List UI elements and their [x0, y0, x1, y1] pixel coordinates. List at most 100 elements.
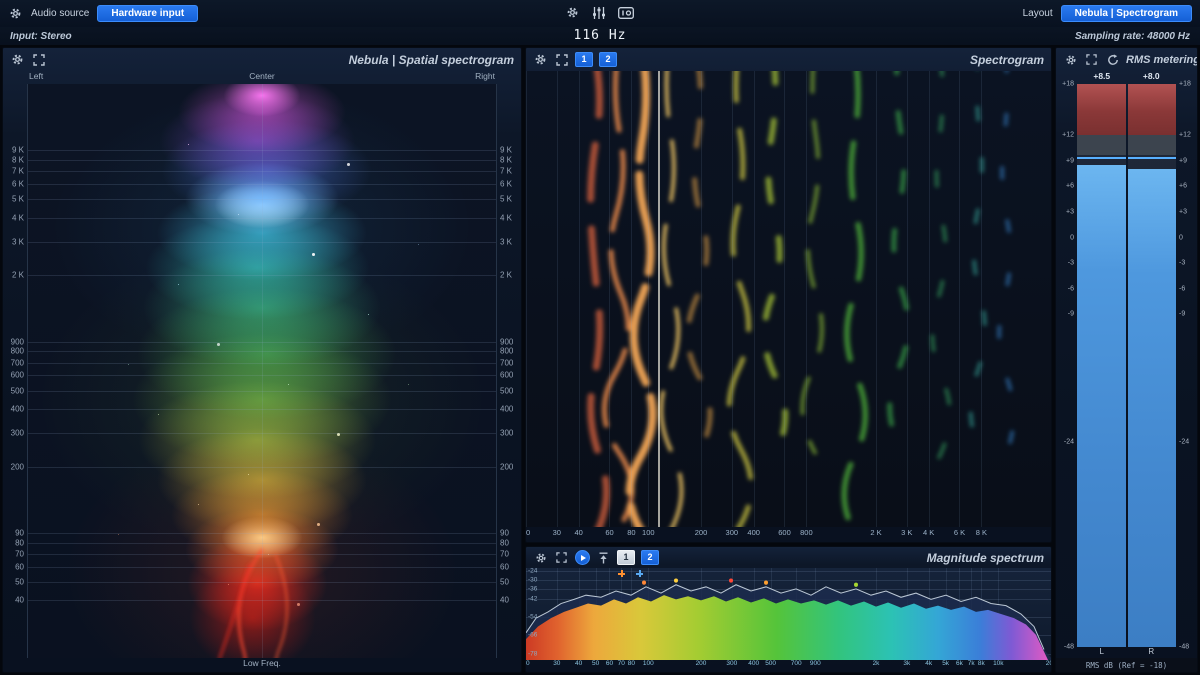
freq-gridline	[28, 184, 496, 186]
freq-tick-label: 60	[500, 562, 509, 572]
magnitude-panel-title: Magnitude spectrum	[926, 550, 1044, 565]
freq-tick-label: 90	[15, 528, 24, 538]
db-tick-label: -48	[1063, 643, 1074, 651]
spatial-plot-area[interactable]: 9 K8 K7 K6 K5 K4 K3 K2 K 900 800 700 600 500 4…	[5, 84, 519, 658]
meter-headroom-zone	[1077, 135, 1126, 156]
mixer-sliders-icon[interactable]	[591, 5, 606, 20]
freq-tick-label: 600	[10, 370, 24, 380]
freq-tick-label: 4k	[925, 660, 933, 667]
meter-level-fill	[1127, 169, 1176, 647]
db-tick-label: +6	[1066, 182, 1074, 190]
spatial-fullscreen-icon[interactable]	[31, 52, 46, 67]
peak-hold-icon[interactable]	[596, 550, 611, 565]
freq-tick-label: 2k	[872, 660, 880, 667]
db-tick-label: +6	[1179, 182, 1187, 190]
freq-tick-label: 200	[10, 462, 24, 472]
freq-tick-label: 700	[790, 660, 802, 667]
spectrogram-gear-icon[interactable]	[533, 52, 548, 67]
rms-gear-icon[interactable]	[1063, 52, 1078, 67]
db-tick-label: -24	[1179, 438, 1190, 446]
freq-tick-label: 5 K	[500, 194, 513, 204]
db-tick-label: -30	[528, 576, 538, 584]
center-gridline	[262, 84, 263, 658]
freq-gridline	[526, 71, 527, 527]
sampling-rate-label: Sampling rate: 48000 Hz	[1074, 30, 1190, 42]
db-tick-label: +18	[1062, 80, 1074, 88]
db-tick-label: 0	[1070, 234, 1074, 242]
freq-tick-label: 300	[725, 528, 739, 537]
magnitude-view-2-button[interactable]: 2	[641, 550, 659, 565]
freq-gridline	[28, 351, 496, 353]
freq-gridline	[28, 150, 496, 152]
meter-peak-line	[1127, 156, 1176, 159]
spectrogram-fullscreen-icon[interactable]	[554, 52, 569, 67]
layout-preset-button[interactable]: Nebula | Spectrogram	[1060, 5, 1192, 22]
freq-tick-label: 20	[525, 660, 530, 667]
freq-tick-label: 500	[765, 660, 777, 667]
rms-panel-title: RMS metering	[1126, 53, 1198, 66]
freq-tick-label: 30	[553, 660, 561, 667]
center-toolbar-icons	[565, 5, 635, 20]
freq-tick-label: 8 K	[11, 155, 24, 165]
nebula-stars	[28, 84, 29, 85]
pan-axis-left-label: Left	[29, 71, 44, 81]
hardware-input-button[interactable]: Hardware input	[97, 5, 199, 22]
freq-tick-label: 400	[748, 660, 760, 667]
settings-gear-icon[interactable]	[8, 6, 23, 21]
freq-tick-label: 600	[778, 528, 791, 537]
magnitude-gear-icon[interactable]	[533, 550, 548, 565]
freq-tick-label: 50	[592, 660, 600, 667]
freq-tick-label: 100	[642, 660, 654, 667]
freq-tick-label: 700	[500, 358, 514, 368]
frequency-readout: 116 Hz	[573, 28, 627, 43]
freq-tick-label: 3k	[903, 660, 911, 667]
pan-axis: Left Center Right	[3, 71, 521, 84]
rms-fullscreen-icon[interactable]	[1084, 52, 1099, 67]
rms-meter-right	[1127, 84, 1176, 647]
freq-gridline	[28, 241, 496, 243]
io-routing-icon[interactable]	[617, 5, 635, 20]
rms-reset-icon[interactable]	[1105, 52, 1120, 67]
channel-2-marker-icon[interactable]	[636, 570, 643, 577]
freq-tick-label: 60	[15, 562, 24, 572]
spectrogram-view-1-button[interactable]: 1	[575, 52, 593, 67]
spatial-nebula-display[interactable]	[27, 84, 497, 658]
freq-gridline	[28, 375, 496, 377]
freq-tick-label: 80	[500, 538, 509, 548]
freq-tick-label: 90	[500, 528, 509, 538]
freq-gridline	[784, 71, 786, 527]
spectrogram-view-2-button[interactable]: 2	[599, 52, 617, 67]
freq-gridline	[876, 71, 877, 527]
rms-channel-labels: L R	[1056, 647, 1197, 658]
magnitude-fullscreen-icon[interactable]	[554, 550, 569, 565]
audio-settings-gear-icon[interactable]	[565, 5, 580, 20]
magnitude-play-button[interactable]	[575, 550, 590, 565]
spatial-gear-icon[interactable]	[10, 52, 25, 67]
freq-gridline	[648, 71, 650, 527]
freq-gridline	[28, 217, 496, 219]
freq-gridline	[906, 71, 908, 527]
freq-gridline	[28, 362, 496, 364]
db-tick-label: -24	[1063, 438, 1074, 446]
spectrogram-panel: 1 2 Spectrogram 0 30 40 60 80 100 200 30…	[525, 47, 1052, 543]
freq-tick-label: 7k	[967, 660, 975, 667]
freq-tick-label: 400	[747, 528, 760, 537]
magnitude-display[interactable]: -24 -30 -36 -42 -54 -66 -78	[526, 568, 1051, 660]
channel-1-marker-icon[interactable]	[618, 570, 625, 577]
freq-tick-label: 50	[15, 577, 24, 587]
rms-left-value: +8.5	[1093, 71, 1111, 81]
freq-gridline	[959, 71, 961, 527]
spectrogram-display[interactable]	[526, 71, 1051, 527]
meter-over-zone	[1127, 84, 1176, 136]
freq-gridline	[631, 71, 633, 527]
freq-gridline	[28, 160, 496, 162]
freq-tick-label: 50	[500, 577, 509, 587]
db-tick-label: +18	[1179, 80, 1191, 88]
freq-tick-label: 400	[10, 404, 24, 414]
top-toolbar: Audio source Hardware input Layout Nebul…	[0, 0, 1200, 27]
freq-tick-label: 60	[605, 660, 614, 667]
freq-tick-label: 10k	[993, 660, 1004, 667]
freq-gridline	[28, 600, 496, 602]
db-tick-label: -6	[1067, 285, 1074, 293]
magnitude-view-1-button[interactable]: 1	[617, 550, 635, 565]
